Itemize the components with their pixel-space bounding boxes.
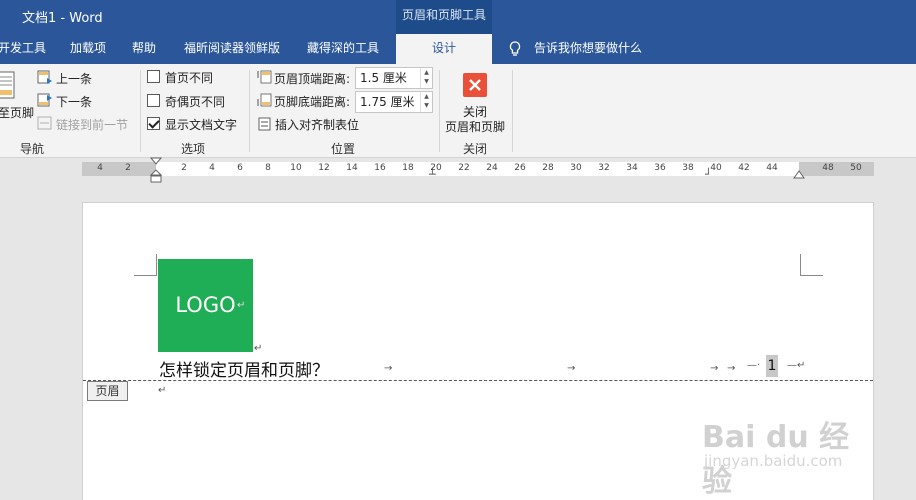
close-group-label: 关闭: [463, 142, 488, 156]
ruler-number: 32: [598, 163, 610, 173]
ruler-number: 14: [346, 163, 358, 173]
ruler-number: 50: [850, 163, 862, 173]
page-field-brace-icon: —·: [747, 360, 761, 371]
paragraph-mark-icon: ↵: [254, 343, 263, 354]
footer-bottom-distance-value: 1.75 厘米: [360, 95, 415, 109]
contextual-tab-group-label: 页眉和页脚工具: [396, 0, 492, 34]
word-window: 文档1 - Word 页眉和页脚工具 开发工具 加载项 帮助 福昕阅读器领鲜版 …: [0, 0, 916, 500]
previous-button[interactable]: 上一条: [56, 70, 92, 87]
insert-alignment-tab-button[interactable]: 插入对齐制表位: [275, 116, 359, 133]
window-title: 文档1 - Word: [22, 11, 103, 26]
tab-arrow-icon: →: [384, 363, 393, 374]
spinner-arrows-icon[interactable]: ▲ ▼: [420, 68, 432, 88]
header-text[interactable]: 怎样锁定页眉和页脚？: [159, 356, 329, 381]
group-divider: [249, 70, 250, 152]
header-top-distance-value: 1.5 厘米: [360, 71, 407, 85]
page-number-field[interactable]: 1: [766, 355, 778, 377]
ruler-number: 16: [374, 163, 386, 173]
ruler-number: 36: [654, 163, 666, 173]
ribbon: [0, 64, 916, 158]
goto-footer-icon: [0, 71, 15, 99]
link-previous-button[interactable]: 链接到前一节: [56, 116, 128, 133]
ruler-number: 12: [318, 163, 330, 173]
options-group-label: 选项: [181, 142, 206, 156]
header-top-distance-icon: [257, 70, 272, 84]
group-divider: [512, 70, 513, 152]
ribbon-tab-row: 开发工具 加载项 帮助 福昕阅读器领鲜版 藏得深的工具 设计 告诉我你想要做什么: [0, 34, 916, 64]
paragraph-mark-icon: ↵: [237, 300, 246, 311]
page-field-brace-icon: —↵: [787, 360, 806, 371]
footer-bottom-distance-input[interactable]: 1.75 厘米 ▲ ▼: [355, 91, 433, 113]
ruler-number: 38: [682, 163, 694, 173]
ruler-number: 34: [626, 163, 638, 173]
goto-footer-button[interactable]: 至页脚: [0, 104, 34, 121]
ruler-number: 30: [570, 163, 582, 173]
horizontal-ruler[interactable]: 4 2 2 4 6 8 10 12 14 16 18 20 22 24 26 28 30 32 34 36 38 40 42…: [82, 162, 874, 176]
different-first-page-checkbox[interactable]: [147, 70, 160, 83]
tab-add-ins[interactable]: 加载项: [70, 34, 106, 64]
close-header-footer-button-label[interactable]: 页眉和页脚: [445, 118, 505, 135]
alignment-tab-icon: [258, 117, 271, 131]
ruler-number: 4: [97, 163, 103, 173]
next-button[interactable]: 下一条: [56, 93, 92, 110]
footer-bottom-distance-icon: [257, 93, 272, 107]
ruler-number: 18: [402, 163, 414, 173]
tab-arrow-icon: →: [710, 363, 719, 374]
right-indent-icon[interactable]: [793, 169, 805, 179]
show-document-text-checkbox[interactable]: [147, 117, 160, 130]
tab-foxit-reader[interactable]: 福昕阅读器领鲜版: [184, 34, 280, 64]
paragraph-mark-icon: ↵: [158, 385, 167, 396]
ruler-number: 28: [542, 163, 554, 173]
tab-developer[interactable]: 开发工具: [0, 34, 46, 64]
ruler-number: 44: [766, 163, 778, 173]
watermark-url: jingyan.baidu.com: [704, 452, 843, 470]
ruler-number: 26: [514, 163, 526, 173]
ruler-number: 22: [458, 163, 470, 173]
footer-bottom-distance-label: 页脚底端距离:: [274, 95, 351, 109]
ruler-number: 6: [237, 163, 243, 173]
ruler-number: 42: [738, 163, 750, 173]
tab-help[interactable]: 帮助: [132, 34, 156, 64]
indent-markers-icon[interactable]: [150, 157, 162, 185]
close-icon: [463, 73, 487, 97]
different-first-page-label: 首页不同: [165, 71, 214, 85]
ruler-number: 2: [125, 163, 131, 173]
previous-icon: [37, 70, 52, 84]
lightbulb-icon: [509, 41, 521, 56]
header-top-distance-input[interactable]: 1.5 厘米 ▲ ▼: [355, 67, 433, 89]
link-previous-icon: [37, 116, 52, 130]
tab-arrow-icon: →: [567, 363, 576, 374]
ruler-number: 48: [822, 163, 834, 173]
tab-arrow-icon: →: [727, 363, 736, 374]
ruler-number: 2: [181, 163, 187, 173]
navigation-group-label: 导航: [20, 142, 45, 156]
center-tab-stop-icon[interactable]: ┴: [429, 168, 436, 181]
next-icon: [37, 93, 52, 107]
baidu-jingyan-watermark: Bai du 经验 jingyan.baidu.com: [702, 404, 872, 499]
ruler-number: 4: [209, 163, 215, 173]
show-document-text-label: 显示文档文字: [165, 118, 238, 132]
group-divider: [140, 70, 141, 152]
header-boundary-line: [83, 380, 873, 381]
position-group-label: 位置: [331, 142, 356, 156]
header-region-label: 页眉: [87, 381, 128, 401]
tab-hidden-tools[interactable]: 藏得深的工具: [307, 34, 379, 64]
spinner-arrows-icon[interactable]: ▲ ▼: [420, 92, 432, 112]
group-divider: [439, 70, 440, 152]
ruler-number: 8: [265, 163, 271, 173]
different-odd-even-checkbox[interactable]: [147, 94, 160, 107]
tell-me-search[interactable]: 告诉我你想要做什么: [534, 34, 642, 64]
ruler-number: 10: [290, 163, 302, 173]
right-tab-stop-icon[interactable]: ┘: [705, 168, 712, 181]
tab-design[interactable]: 设计: [396, 34, 492, 64]
margin-corner-mark: [134, 254, 157, 276]
different-odd-even-label: 奇偶页不同: [165, 95, 226, 109]
header-top-distance-label: 页眉顶端距离:: [274, 72, 351, 86]
margin-corner-mark: [800, 254, 823, 276]
ruler-number: 24: [486, 163, 498, 173]
